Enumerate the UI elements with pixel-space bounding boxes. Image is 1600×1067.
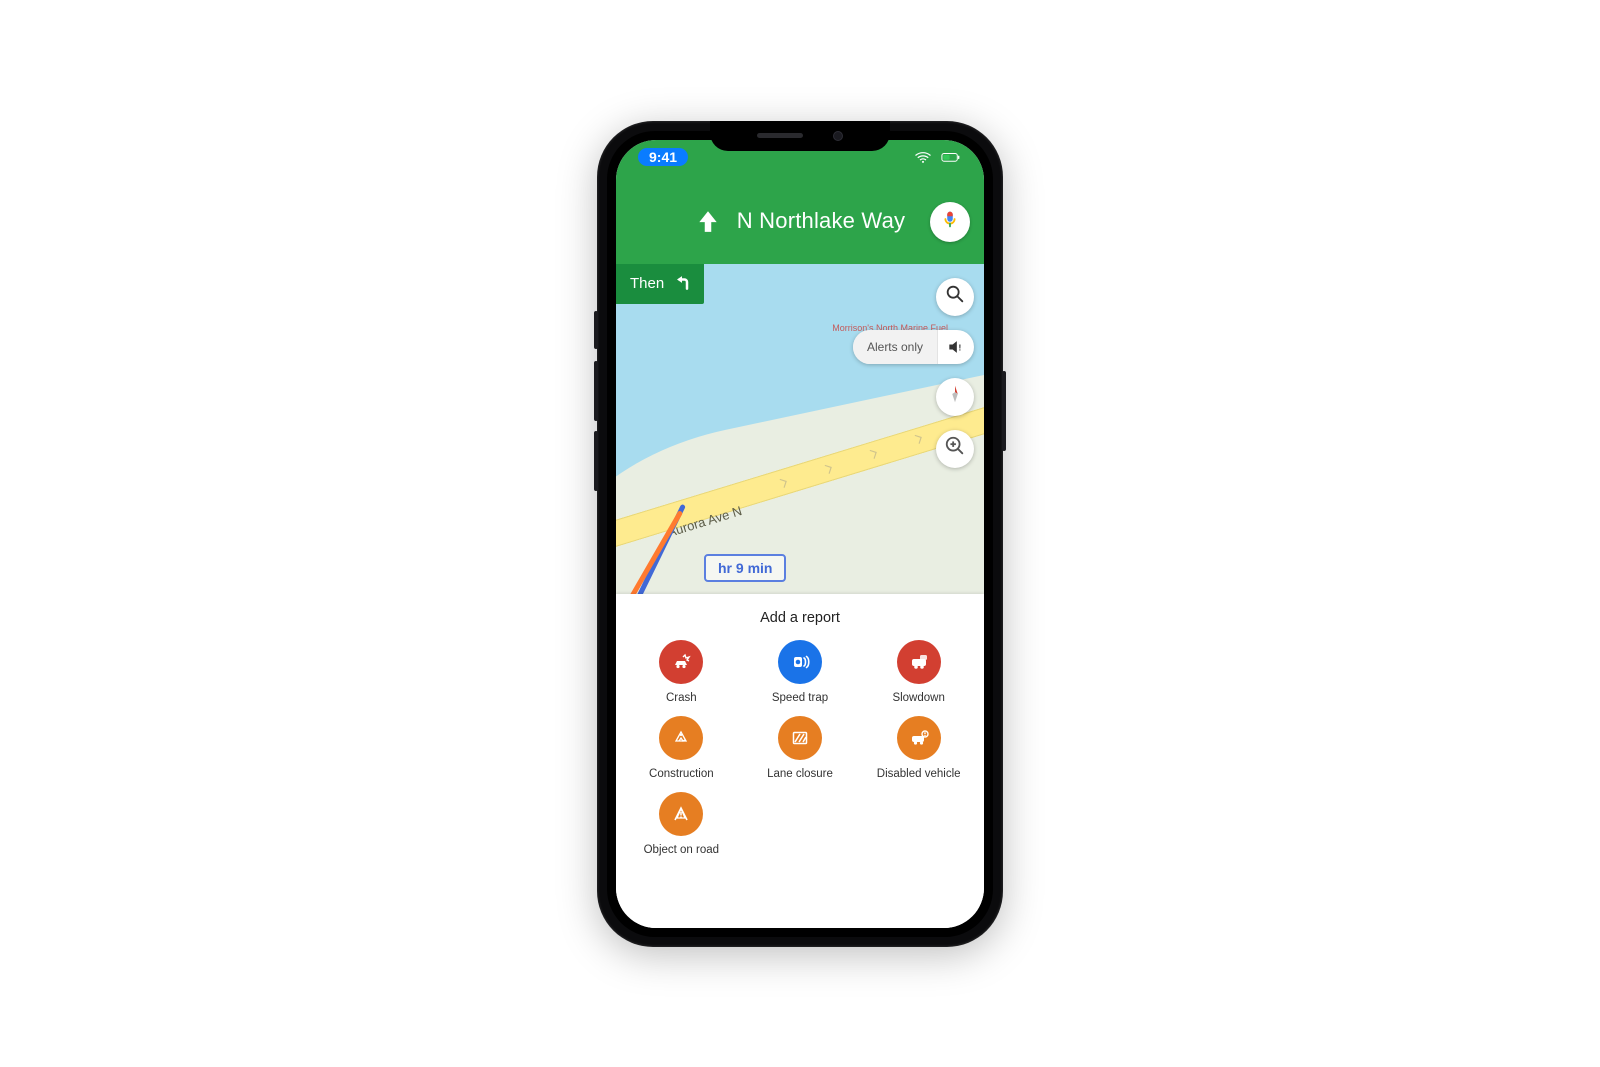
zoom-button[interactable] [936,430,974,468]
sound-mode-button[interactable]: Alerts only [853,330,974,364]
device-notch [710,121,890,151]
eta-chip[interactable]: hr 9 min [704,554,786,582]
mute-switch [594,311,598,349]
report-slowdown[interactable]: Slowdown [859,640,978,704]
volume-up [594,361,598,421]
report-label: Speed trap [772,692,828,704]
report-speed-trap[interactable]: Speed trap [741,640,860,704]
compass-icon [944,383,966,410]
sheet-title: Add a report [616,594,984,632]
direction-arrow-icon [695,208,721,234]
sound-mode-label: Alerts only [853,330,938,364]
battery-icon [938,150,964,164]
map-controls: Alerts only [853,278,974,468]
voice-search-button[interactable] [930,202,970,242]
report-disabled-vehicle[interactable]: Disabled vehicle [859,716,978,780]
phone-frame: 9:41 N Northlake Way [597,121,1003,947]
compass-button[interactable] [936,378,974,416]
report-grid: Crash Speed trap Slowdown Construction Lane … [616,632,984,864]
lane-closure-icon [778,716,822,760]
report-construction[interactable]: Construction [622,716,741,780]
search-icon [944,283,966,310]
wifi-icon [914,150,932,164]
sound-alert-icon [938,337,974,357]
status-time: 9:41 [638,148,688,166]
report-label: Disabled vehicle [877,768,961,780]
report-object-on-road[interactable]: Object on road [622,792,741,856]
construction-icon [659,716,703,760]
slowdown-icon [897,640,941,684]
crash-icon [659,640,703,684]
report-lane-closure[interactable]: Lane closure [741,716,860,780]
then-label: Then [630,275,664,292]
screen: 9:41 N Northlake Way [616,140,984,928]
power-button [1002,371,1006,451]
report-label: Construction [649,768,714,780]
volume-down [594,431,598,491]
report-crash[interactable]: Crash [622,640,741,704]
microphone-icon [939,208,961,235]
search-button[interactable] [936,278,974,316]
report-label: Crash [666,692,697,704]
add-report-sheet: Add a report Crash Speed trap Slowdown Cons… [616,594,984,928]
speed-trap-icon [778,640,822,684]
report-label: Lane closure [767,768,833,780]
next-turn-chip[interactable]: Then [616,264,704,304]
speaker-grille [757,133,803,138]
report-label: Object on road [644,844,719,856]
turn-left-icon [672,272,692,296]
front-camera [833,131,843,141]
report-label: Slowdown [892,692,944,704]
object-on-road-icon [659,792,703,836]
disabled-vehicle-icon [897,716,941,760]
current-road-name: N Northlake Way [737,208,905,234]
zoom-in-icon [944,435,966,462]
